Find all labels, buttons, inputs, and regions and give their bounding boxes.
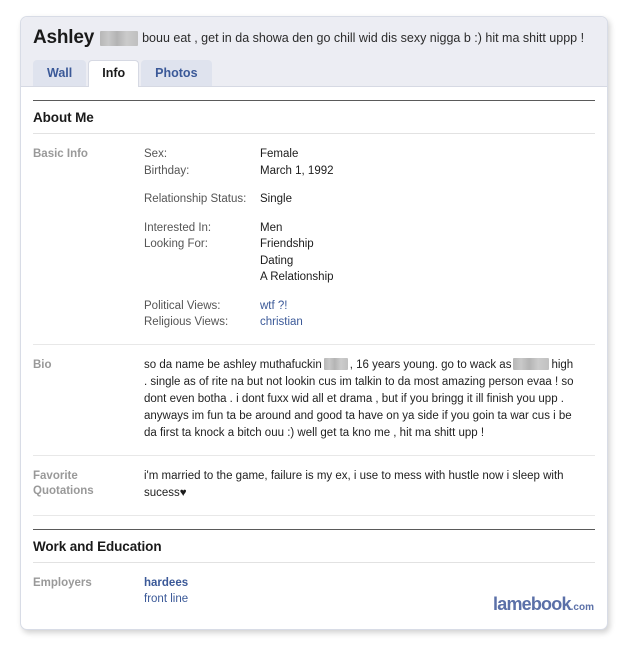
row-label-favorite-quotations: Favorite Quotations <box>33 468 144 502</box>
lamebook-watermark: lamebook.com <box>493 595 594 617</box>
tab-photos[interactable]: Photos <box>141 60 212 86</box>
field-value-sex: Female <box>260 148 299 160</box>
group-interested-looking: Interested In: Men Looking For: Friendsh… <box>144 220 595 286</box>
section-title-about-me: About Me <box>33 100 595 134</box>
field-label-political-views: Political Views: <box>144 299 221 312</box>
field-value-religious-views[interactable]: christian <box>260 314 303 331</box>
row-label-basic-info: Basic Info <box>33 148 88 160</box>
profile-card: Ashley bouu eat , get in da showa den go … <box>20 16 608 630</box>
field-label-relationship-status: Relationship Status: <box>144 193 247 205</box>
info-row-bio: Bio so da name be ashley muthafuckin , 16… <box>33 345 595 456</box>
field-relationship-status: Relationship Status: Single <box>144 191 595 208</box>
group-sex-birthday: Sex: Female Birthday: March 1, 1992 <box>144 146 595 179</box>
bio-text: so da name be ashley muthafuckin , 16 yea… <box>144 357 574 442</box>
field-value-political-views[interactable]: wtf ?! <box>260 298 287 315</box>
field-value-relationship-status: Single <box>260 193 292 205</box>
field-value-interested-in: Men <box>260 221 283 234</box>
tab-wall[interactable]: Wall <box>33 60 87 86</box>
field-label-sex: Sex: <box>144 148 168 160</box>
row-label-employers: Employers <box>33 576 92 589</box>
row-content-basic-info: Sex: Female Birthday: March 1, 1992 Rela… <box>144 146 595 331</box>
employer-name-link[interactable]: hardees <box>144 575 595 591</box>
field-label-looking-for: Looking For: <box>144 238 208 250</box>
row-label-bio: Bio <box>33 358 52 371</box>
field-label-religious-views: Religious Views: <box>144 316 229 328</box>
field-sex: Sex: Female <box>144 146 595 163</box>
bio-text-part-1: so da name be ashley muthafuckin <box>144 358 322 371</box>
name-and-status-line: Ashley bouu eat , get in da showa den go … <box>33 28 595 50</box>
heart-icon: ♥ <box>179 486 187 499</box>
profile-name: Ashley <box>33 28 95 48</box>
field-value-birthday: March 1, 1992 <box>260 164 334 177</box>
field-political-views: Political Views: wtf ?! <box>144 298 595 315</box>
profile-body: About Me Basic Info Sex: Female Birthday… <box>21 100 607 620</box>
field-label-interested-in: Interested In: <box>144 221 212 234</box>
status-text: bouu eat , get in da showa den go chill … <box>142 31 585 45</box>
profile-tabs: Wall Info Photos <box>33 60 214 87</box>
field-label-birthday: Birthday: <box>144 164 190 177</box>
tab-info[interactable]: Info <box>88 60 140 87</box>
redaction-block-bio-name <box>323 358 348 371</box>
field-interested-in: Interested In: Men <box>144 220 595 237</box>
row-content-bio: so da name be ashley muthafuckin , 16 yea… <box>144 357 595 442</box>
field-looking-for: Looking For: Friendship <box>144 236 595 253</box>
watermark-brand: lamebook <box>493 594 571 614</box>
section-title-work-and-education: Work and Education <box>33 528 595 563</box>
info-row-favorite-quotations: Favorite Quotations i'm married to the g… <box>33 456 595 516</box>
favorite-quotations-text: i'm married to the game, failure is my e… <box>144 468 574 502</box>
row-content-favorite-quotations: i'm married to the game, failure is my e… <box>144 468 595 502</box>
row-label-favorite-quotations-line2: Quotations <box>33 484 94 497</box>
field-birthday: Birthday: March 1, 1992 <box>144 163 595 180</box>
redaction-block-surname <box>100 30 139 46</box>
field-religious-views: Religious Views: christian <box>144 314 595 331</box>
group-relationship-status: Relationship Status: Single <box>144 191 595 208</box>
row-label-favorite-quotations-line1: Favorite <box>33 469 78 482</box>
watermark-tld: .com <box>570 602 594 613</box>
field-value-looking-for-2: Dating <box>260 254 294 267</box>
profile-header: Ashley bouu eat , get in da showa den go … <box>21 17 607 87</box>
field-value-looking-for: Friendship <box>260 238 314 250</box>
bio-text-part-2: , 16 years young. go to wack as <box>349 358 512 371</box>
group-views: Political Views: wtf ?! Religious Views:… <box>144 298 595 331</box>
favorite-quotations-body: i'm married to the game, failure is my e… <box>144 469 564 499</box>
info-row-basic-info: Basic Info Sex: Female Birthday: March 1… <box>33 134 595 345</box>
redaction-block-bio-school <box>513 358 550 371</box>
field-value-looking-for-3: A Relationship <box>260 271 334 283</box>
